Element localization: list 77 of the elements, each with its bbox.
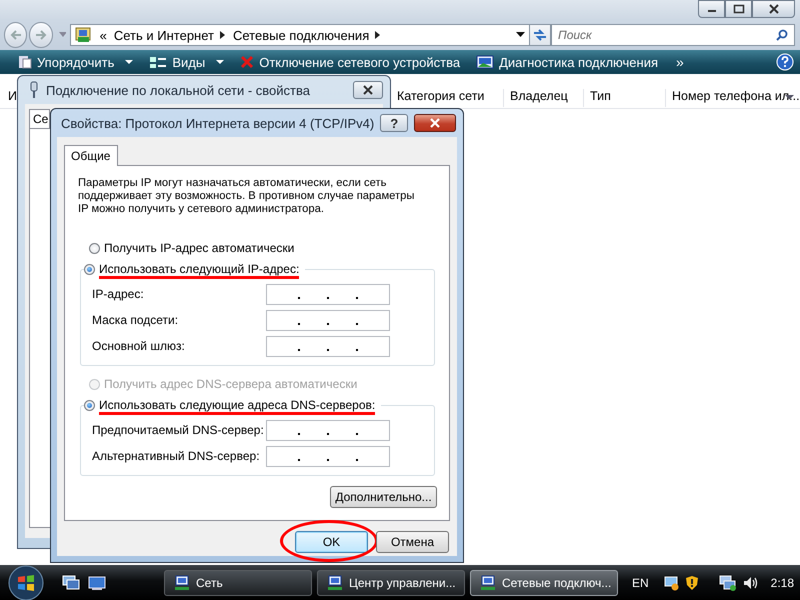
ip-address-field[interactable] [266,284,390,304]
chevron-icon[interactable] [375,31,382,39]
document-icon[interactable] [18,55,32,69]
field-label: Основной шлюз: [92,339,185,353]
column-header[interactable]: Владелец [503,89,568,107]
taskbar-button[interactable]: Центр управлени... [317,570,465,596]
ip-address-field[interactable] [266,310,390,330]
caret-icon[interactable] [125,60,134,64]
network-tray-icon[interactable] [662,574,679,590]
maximize-icon[interactable] [732,4,744,14]
taskbar-button[interactable]: Сеть [164,570,312,596]
taskbar-button[interactable]: Сетевые подключ... [470,570,618,596]
toolbar-button[interactable]: Отключение сетевого устройства [240,54,460,70]
refresh-button[interactable] [530,24,551,46]
switch-windows-icon[interactable] [62,574,80,590]
close-button[interactable] [353,81,383,99]
column-header[interactable]: Тип [583,89,611,107]
network-plug-icon [28,81,40,99]
field-label: Маска подсети: [92,313,178,327]
network-icon[interactable] [327,574,343,590]
help-button[interactable]: ? [380,114,408,132]
search-icon[interactable] [776,29,788,41]
close-icon[interactable] [362,85,374,95]
close-icon[interactable] [768,4,780,14]
dialog-button[interactable]: OK [295,531,368,553]
views-icon[interactable] [149,55,168,69]
monitor-icon[interactable] [476,55,494,69]
radio-label[interactable]: Использовать следующие адреса DNS-серверов: [99,395,376,415]
radio-label[interactable]: Использовать следующий IP-адрес: [99,259,300,279]
address-bar[interactable]: « Сеть и Интернет Сетевые подключения [70,24,530,46]
breadcrumb-item[interactable]: « [100,28,107,42]
search-field[interactable]: Поиск [551,24,795,46]
description-text: Параметры IP могут назначаться автоматически, если сеть поддерживает эту возможность. В противном случае параметры IP можно получить у сетевого администратора. [78,177,416,216]
network-icon[interactable] [174,574,190,590]
toolbar-button[interactable]: Диагностика подключения [476,54,658,70]
advanced-button[interactable]: Дополнительно... [330,486,437,508]
close-button[interactable] [752,0,795,18]
tab[interactable]: Общие [64,145,118,166]
ip-address-field[interactable] [266,420,390,440]
breadcrumb-item[interactable]: Сетевые подключения [232,28,370,42]
clock[interactable]: 2:18 [770,576,794,590]
caret-icon[interactable] [216,60,224,64]
refresh-icon[interactable] [532,28,548,42]
window-title: Подключение по локальной сети - свойства [46,82,310,98]
window-title: Свойства: Протокол Интернета версии 4 (TCP/IPv4) [61,116,374,130]
toolbar-button[interactable]: Виды [149,54,224,70]
network-icon[interactable] [480,574,496,590]
network-folder-icon [74,27,93,43]
dialog-button[interactable]: Отмена [376,531,449,553]
close-button[interactable] [414,114,456,132]
column-header[interactable]: И [2,89,17,107]
back-button[interactable] [4,22,28,48]
minimize-button[interactable] [698,0,725,18]
forward-button[interactable] [29,22,53,48]
network-icon[interactable] [718,574,737,590]
field-label: Предпочитаемый DNS-сервер: [92,423,264,437]
ip-address-field[interactable] [266,446,390,466]
maximize-button[interactable] [725,0,752,18]
help-icon[interactable] [776,53,794,71]
show-desktop-icon[interactable] [88,574,106,590]
tab[interactable]: Се [29,109,50,128]
volume-icon[interactable] [742,574,759,590]
radio-button[interactable] [84,264,95,274]
radio-button[interactable] [89,242,100,254]
language-indicator[interactable]: EN [632,576,649,590]
radio-button[interactable] [84,400,95,410]
radio-label[interactable]: Получить IP-адрес автоматически [104,238,294,258]
breadcrumb-item[interactable]: Сеть и Интернет [114,28,214,42]
dropdown-icon[interactable] [516,32,525,38]
field-label: IP-адрес: [92,287,144,301]
caret-icon[interactable] [785,95,794,100]
field-label: Альтернативный DNS-сервер: [92,449,260,463]
shield-icon[interactable] [684,574,699,590]
more-button[interactable]: » [676,54,684,70]
ip-address-field[interactable] [266,336,390,356]
chevron-icon[interactable] [220,31,226,39]
toolbar-button[interactable]: Упорядочить [18,54,134,70]
